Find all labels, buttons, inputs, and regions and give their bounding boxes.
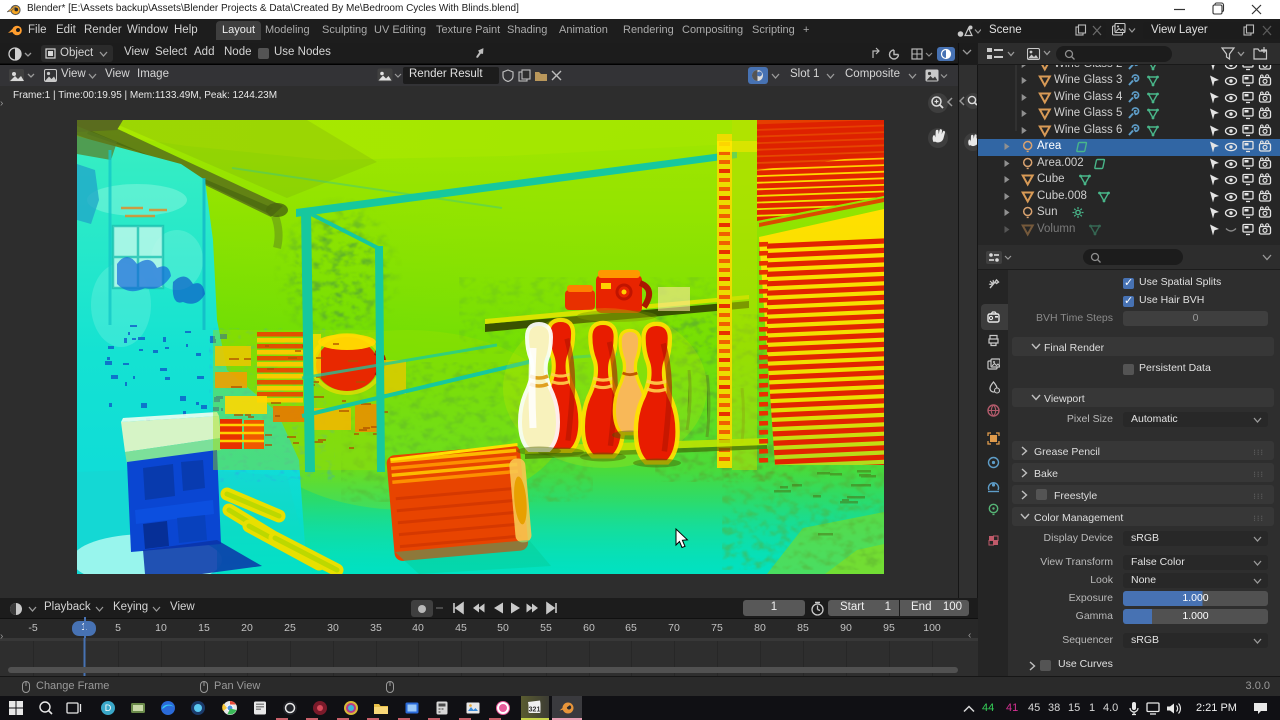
svg-text:321: 321: [529, 707, 541, 714]
svg-text:D: D: [105, 703, 112, 713]
